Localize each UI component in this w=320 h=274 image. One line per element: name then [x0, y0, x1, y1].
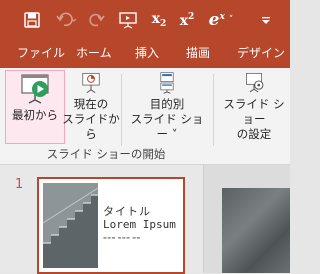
slide-number: 1	[15, 177, 24, 192]
tab-file[interactable]: ファイル	[17, 40, 65, 68]
custom-show-label-1: 目的別	[149, 97, 185, 111]
setup-show-label-1: スライド ショー	[223, 97, 285, 126]
subscript-button[interactable]: x2	[148, 0, 170, 40]
slide-thumbnail[interactable]: タイトル Lorem Ipsum ▬▬▬ ▬▬▬ ▬▬	[37, 177, 185, 274]
present-icon	[119, 12, 137, 29]
play-from-start-button[interactable]: 最初から	[5, 70, 65, 144]
custom-show-label-2: スライド ショー ˅	[130, 112, 204, 141]
staircase-image	[43, 183, 98, 268]
main-slide-preview[interactable]	[222, 188, 290, 273]
setup-show-icon	[246, 72, 264, 93]
tab-draw[interactable]: 描画	[186, 40, 210, 68]
slide-thumbnail-pane[interactable]: 1 タイトル Lorem Ipsum ▬▬▬ ▬▬▬ ▬▬	[0, 165, 204, 274]
ribbon-group-label: スライド ショーの開始	[46, 147, 166, 161]
quick-access-toolbar: x2 x2 ex ˅	[0, 0, 290, 40]
undo-button[interactable]	[52, 0, 82, 40]
custom-show-button[interactable]: 目的別 スライド ショー ˅	[125, 70, 209, 142]
customize-qat-button[interactable]	[256, 0, 276, 40]
ribbon-tabs: ファイル ホーム 挿入 描画 デザイン	[0, 40, 290, 68]
play-from-current-label-2: スライドから	[62, 112, 120, 141]
setup-show-label-2: の設定	[236, 127, 272, 141]
tab-design[interactable]: デザイン	[237, 40, 285, 68]
tab-insert[interactable]: 挿入	[135, 40, 159, 68]
superscript-button[interactable]: x2	[176, 0, 198, 40]
thumbnail-caption: ▬▬▬ ▬▬▬ ▬▬	[103, 235, 141, 240]
save-button[interactable]	[18, 0, 46, 40]
chevron-down-icon: ˅	[228, 15, 234, 25]
equation-label: ex	[208, 10, 225, 30]
present-button[interactable]	[115, 0, 141, 40]
play-from-current-icon	[82, 72, 100, 94]
tab-home[interactable]: ホーム	[76, 40, 112, 68]
ribbon-group-separator	[213, 74, 214, 146]
play-from-current-button[interactable]: 現在の スライドから	[60, 70, 122, 142]
play-from-start-label: 最初から	[12, 108, 58, 122]
customize-qat-icon	[262, 17, 270, 24]
play-from-current-label-1: 現在の	[73, 97, 109, 111]
thumbnail-title: タイトル	[103, 205, 151, 218]
save-icon	[24, 12, 40, 28]
custom-show-icon	[160, 72, 174, 94]
thumbnail-image	[43, 183, 98, 268]
equation-button[interactable]: ex ˅	[203, 0, 239, 40]
undo-icon	[56, 12, 77, 27]
ribbon-panel: 最初から 現在の スライドから 目的別 スライド ショー ˅ スライド ショー …	[0, 68, 290, 165]
redo-icon	[89, 13, 105, 27]
thumbnail-subtitle: Lorem Ipsum	[103, 218, 176, 231]
redo-button[interactable]	[86, 0, 108, 40]
subscript-label: x2	[151, 11, 167, 29]
setup-show-button[interactable]: スライド ショー の設定	[218, 70, 290, 142]
ribbon-separator	[121, 74, 122, 146]
superscript-label: x2	[179, 11, 195, 29]
play-from-start-icon	[21, 74, 49, 104]
